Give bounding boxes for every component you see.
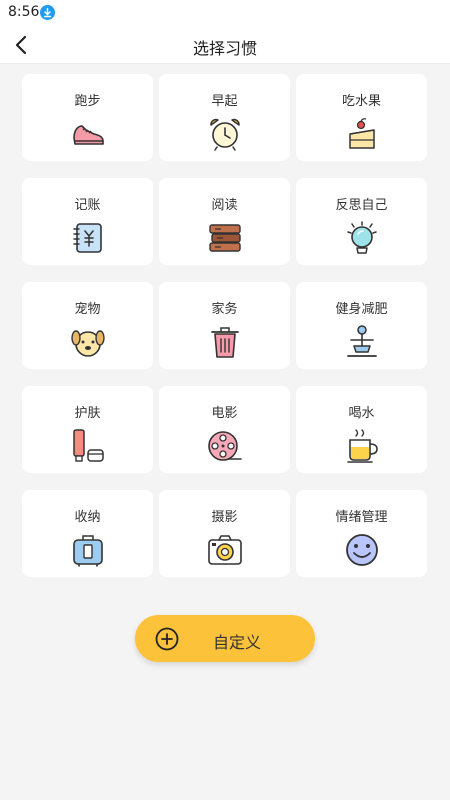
habit-card-eat-fruit[interactable]: 吃水果 — [296, 74, 427, 161]
light-bulb-icon — [344, 220, 380, 256]
habit-card-housework[interactable]: 家务 — [159, 282, 290, 369]
habit-card-running[interactable]: 跑步 — [22, 74, 153, 161]
status-time: 8:56 — [8, 4, 40, 20]
habit-card-fitness[interactable]: 健身减肥 — [296, 282, 427, 369]
custom-habit-button[interactable]: 自定义 — [135, 615, 315, 662]
books-icon — [207, 220, 243, 256]
camera-icon — [207, 532, 243, 568]
habit-card-pets[interactable]: 宠物 — [22, 282, 153, 369]
habit-label: 喝水 — [348, 406, 375, 421]
page-title: 选择习惯 — [192, 39, 257, 58]
fitness-person-icon — [344, 324, 380, 360]
habit-label: 收纳 — [74, 510, 101, 525]
habit-card-self-reflection[interactable]: 反思自己 — [296, 178, 427, 265]
habit-label: 宠物 — [74, 302, 101, 317]
habit-card-movie[interactable]: 电影 — [159, 386, 290, 473]
smiley-face-icon — [344, 532, 380, 568]
film-reel-icon — [207, 428, 243, 464]
habit-grid: 跑步 早起 吃水果 记账 阅读 反思自己 宠物 家务 健身减肥 护肤 电影 喝水… — [22, 74, 428, 577]
cup-icon — [344, 428, 380, 464]
habit-label: 反思自己 — [335, 198, 388, 213]
status-bar: 8:56 — [0, 0, 450, 26]
download-icon — [40, 5, 55, 20]
habit-card-photography[interactable]: 摄影 — [159, 490, 290, 577]
habit-label: 电影 — [211, 406, 238, 421]
habit-label: 护肤 — [74, 406, 101, 421]
storage-box-icon — [70, 532, 106, 568]
habit-card-skincare[interactable]: 护肤 — [22, 386, 153, 473]
habit-label: 健身减肥 — [335, 302, 388, 317]
habit-card-drink-water[interactable]: 喝水 — [296, 386, 427, 473]
plus-circle-icon — [155, 627, 179, 651]
habit-label: 记账 — [74, 198, 101, 213]
habit-label: 跑步 — [74, 94, 101, 109]
header: 选择习惯 — [0, 26, 450, 64]
habit-card-mood-management[interactable]: 情绪管理 — [296, 490, 427, 577]
dog-icon — [70, 324, 106, 360]
habit-card-bookkeeping[interactable]: 记账 — [22, 178, 153, 265]
habit-card-reading[interactable]: 阅读 — [159, 178, 290, 265]
habit-card-early-rise[interactable]: 早起 — [159, 74, 290, 161]
habit-label: 家务 — [211, 302, 238, 317]
habit-label: 吃水果 — [341, 94, 381, 109]
custom-habit-label: 自定义 — [213, 633, 262, 652]
habit-label: 情绪管理 — [335, 510, 388, 525]
habit-card-storage[interactable]: 收纳 — [22, 490, 153, 577]
habit-label: 摄影 — [211, 510, 238, 525]
trash-bin-icon — [207, 324, 243, 360]
habit-label: 早起 — [211, 94, 238, 109]
habit-label: 阅读 — [211, 198, 238, 213]
ledger-book-icon — [70, 220, 106, 256]
alarm-clock-icon — [207, 116, 243, 152]
running-shoe-icon — [70, 116, 106, 152]
fruit-cake-icon — [344, 116, 380, 152]
skincare-icon — [70, 428, 106, 464]
